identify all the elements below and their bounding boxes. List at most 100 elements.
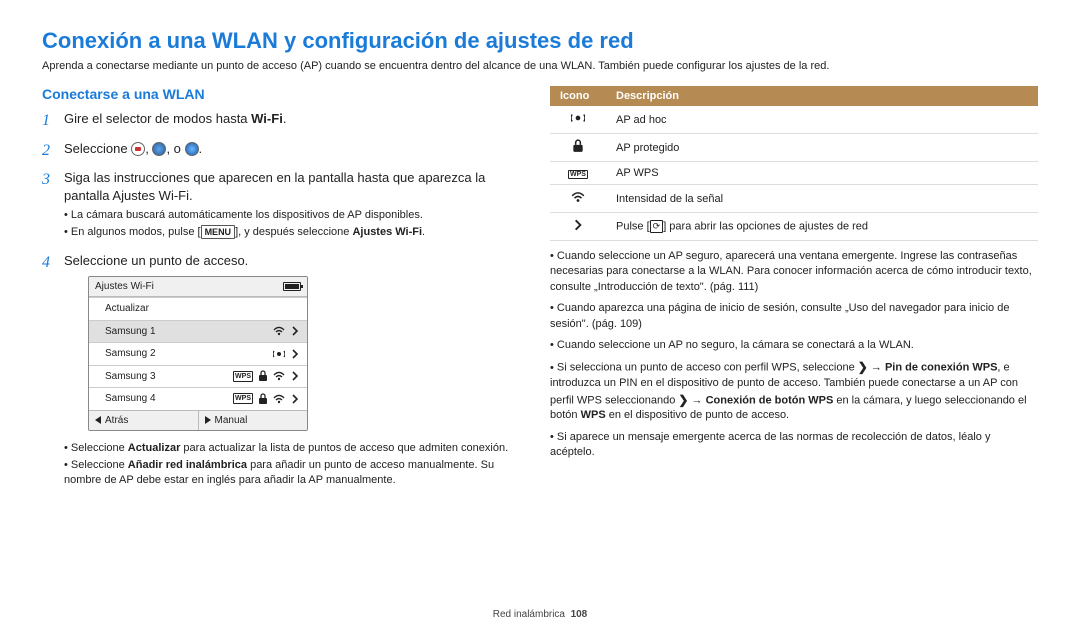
table-header-desc: Descripción bbox=[606, 86, 1038, 106]
bold-text: Añadir red inalámbrica bbox=[128, 459, 247, 471]
camera-icon bbox=[131, 142, 145, 156]
step-text: Seleccione un punto de acceso. bbox=[64, 253, 248, 268]
step-text: Siga las instrucciones que aparecen en l… bbox=[64, 170, 485, 203]
table-desc: Pulse [⟳] para abrir las opciones de aju… bbox=[606, 213, 1038, 241]
back-button[interactable]: Atrás bbox=[89, 411, 198, 431]
wps-icon: WPS bbox=[233, 371, 253, 382]
ap-row[interactable]: Samsung 1 bbox=[89, 320, 307, 343]
sub-bullet: En algunos modos, pulse [MENU], y despué… bbox=[64, 225, 522, 240]
arrow-right-icon bbox=[205, 416, 211, 424]
right-bullet-list: Cuando seleccione un AP seguro, aparecer… bbox=[550, 249, 1038, 461]
chevron-right-icon bbox=[289, 325, 301, 337]
step-text: , bbox=[145, 141, 152, 156]
bold-text: Actualizar bbox=[128, 442, 181, 454]
back-label: Atrás bbox=[105, 414, 128, 428]
step-text: → bbox=[868, 362, 885, 374]
step-text: En algunos modos, pulse [ bbox=[71, 226, 201, 238]
ap-name: Samsung 1 bbox=[95, 325, 156, 339]
bold-text: Ajustes Wi-Fi bbox=[352, 226, 422, 238]
step-text: Seleccione bbox=[71, 442, 128, 454]
step-text: . bbox=[422, 226, 425, 238]
wps-icon: WPS bbox=[233, 393, 253, 404]
step-4: Seleccione un punto de acceso. Ajustes W… bbox=[64, 252, 522, 492]
wifi-label: Wi-Fi bbox=[251, 111, 283, 126]
step-text: . bbox=[283, 111, 287, 126]
chevron-right-icon bbox=[289, 370, 301, 382]
table-desc: Intensidad de la señal bbox=[606, 185, 1038, 213]
ap-name: Samsung 4 bbox=[95, 392, 156, 406]
table-row: WPS AP WPS bbox=[550, 162, 1038, 185]
table-row: Intensidad de la señal bbox=[550, 185, 1038, 213]
step-text: ] para abrir las opciones de ajustes de … bbox=[663, 220, 868, 232]
step-text: Pulse [ bbox=[616, 220, 650, 232]
bold-text: Pin de conexión WPS bbox=[885, 362, 997, 374]
sub-bullet: Seleccione Añadir red inalámbrica para a… bbox=[64, 458, 522, 488]
step-1: Gire el selector de modos hasta Wi-Fi. bbox=[64, 110, 522, 132]
page-footer: Red inalámbrica 108 bbox=[0, 609, 1080, 620]
chevron-right-icon: ❯ bbox=[858, 359, 868, 376]
table-header-icon: Icono bbox=[550, 86, 606, 106]
step-3: Siga las instrucciones que aparecen en l… bbox=[64, 169, 522, 244]
circle-icon bbox=[185, 142, 199, 156]
step-number: 2 bbox=[42, 140, 64, 162]
section-heading: Conectarse a una WLAN bbox=[42, 86, 522, 102]
chevron-right-icon bbox=[289, 393, 301, 405]
manual-button[interactable]: Manual bbox=[198, 411, 308, 431]
refresh-label: Actualizar bbox=[95, 302, 149, 316]
bullet: Si aparece un mensaje emergente acerca d… bbox=[550, 430, 1038, 461]
ap-name: Samsung 2 bbox=[95, 347, 156, 361]
wifi-signal-icon bbox=[273, 370, 285, 382]
bold-text: Conexión de botón WPS bbox=[706, 394, 834, 406]
adhoc-icon bbox=[571, 111, 585, 125]
footer-section: Red inalámbrica bbox=[493, 609, 565, 620]
steps-list: 1 Gire el selector de modos hasta Wi-Fi.… bbox=[42, 110, 522, 492]
lock-icon bbox=[257, 370, 269, 382]
step-text: Seleccione bbox=[71, 459, 128, 471]
ap-name: Samsung 3 bbox=[95, 370, 156, 384]
wifi-settings-panel: Ajustes Wi-Fi Actualizar Samsung 1 bbox=[88, 276, 308, 432]
refresh-row[interactable]: Actualizar bbox=[89, 297, 307, 320]
step-text: , o bbox=[166, 141, 184, 156]
left-column: Conectarse a una WLAN 1 Gire el selector… bbox=[42, 86, 522, 500]
ap-row[interactable]: Samsung 2 bbox=[89, 342, 307, 365]
sub-bullet: Seleccione Actualizar para actualizar la… bbox=[64, 441, 522, 456]
step-number: 4 bbox=[42, 252, 64, 492]
bullet: Cuando aparezca una página de inicio de … bbox=[550, 301, 1038, 332]
bullet: Cuando seleccione un AP seguro, aparecer… bbox=[550, 249, 1038, 295]
wifi-signal-icon bbox=[273, 393, 285, 405]
table-row: AP protegido bbox=[550, 134, 1038, 162]
chevron-right-icon bbox=[289, 348, 301, 360]
page-number: 108 bbox=[571, 609, 588, 620]
step-text: → bbox=[688, 394, 705, 406]
panel-title: Ajustes Wi-Fi bbox=[95, 280, 154, 294]
wifi-signal-icon bbox=[571, 190, 585, 204]
chevron-right-icon bbox=[571, 218, 585, 232]
bullet: Cuando seleccione un AP no seguro, la cá… bbox=[550, 338, 1038, 353]
step-text: para actualizar la lista de puntos de ac… bbox=[180, 442, 508, 454]
lock-icon bbox=[571, 139, 585, 153]
right-column: Icono Descripción AP ad hoc AP protegido… bbox=[550, 86, 1038, 500]
wps-icon: WPS bbox=[568, 170, 588, 179]
step-text: ], y después seleccione bbox=[235, 226, 352, 238]
step-number: 1 bbox=[42, 110, 64, 132]
battery-icon bbox=[283, 282, 301, 291]
arrow-left-icon bbox=[95, 416, 101, 424]
step-number: 3 bbox=[42, 169, 64, 244]
ap-row[interactable]: Samsung 4 WPS bbox=[89, 387, 307, 410]
step-2: Seleccione , , o . bbox=[64, 140, 522, 162]
ap-row[interactable]: Samsung 3 WPS bbox=[89, 365, 307, 388]
adhoc-icon bbox=[273, 348, 285, 360]
bold-text: WPS bbox=[581, 409, 606, 421]
globe-icon bbox=[152, 142, 166, 156]
table-row: AP ad hoc bbox=[550, 106, 1038, 134]
refresh-icon: ⟳ bbox=[650, 220, 664, 233]
sub-bullet: La cámara buscará automáticamente los di… bbox=[64, 208, 522, 223]
icon-table: Icono Descripción AP ad hoc AP protegido… bbox=[550, 86, 1038, 241]
menu-button-icon: MENU bbox=[201, 225, 236, 239]
page-title: Conexión a una WLAN y configuración de a… bbox=[42, 28, 1038, 54]
intro-text: Aprenda a conectarse mediante un punto d… bbox=[42, 60, 1038, 72]
step-text: . bbox=[199, 141, 203, 156]
chevron-right-icon: ❯ bbox=[678, 392, 688, 409]
table-desc: AP WPS bbox=[606, 162, 1038, 185]
wifi-signal-icon bbox=[273, 325, 285, 337]
